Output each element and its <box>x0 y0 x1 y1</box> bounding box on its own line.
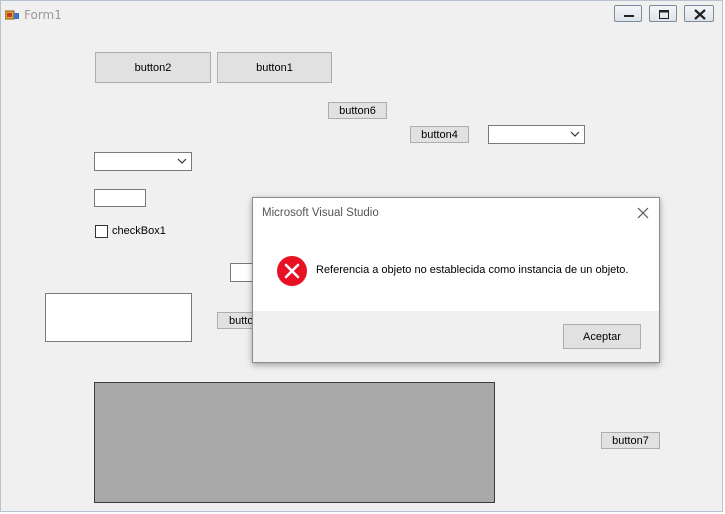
chevron-down-icon <box>177 158 187 164</box>
combobox-right[interactable] <box>488 125 585 144</box>
dialog-message: Referencia a objeto no establecida como … <box>316 264 629 276</box>
dialog-close-icon[interactable] <box>635 205 651 221</box>
title-bar[interactable]: Form1 <box>1 1 722 29</box>
minimize-icon <box>624 15 634 17</box>
textbox-multiline[interactable] <box>45 293 192 342</box>
window-title: Form1 <box>24 8 62 22</box>
button1-label: button1 <box>256 61 293 74</box>
dialog-footer: Aceptar <box>253 311 659 362</box>
checkbox1[interactable] <box>95 225 108 238</box>
ok-button-label: Aceptar <box>583 330 621 343</box>
panel <box>94 382 495 503</box>
button2[interactable]: button2 <box>95 52 211 83</box>
button4-label: button4 <box>421 128 458 141</box>
button7[interactable]: button7 <box>601 432 660 449</box>
chevron-down-icon <box>570 131 580 137</box>
close-button[interactable] <box>684 5 714 22</box>
button2-label: button2 <box>134 61 172 74</box>
button6-label: button6 <box>339 104 376 117</box>
button6[interactable]: button6 <box>328 102 387 119</box>
button4[interactable]: button4 <box>410 126 469 143</box>
maximize-icon <box>659 10 669 19</box>
checkbox1-label: checkBox1 <box>112 225 166 237</box>
button1[interactable]: button1 <box>217 52 332 83</box>
message-box: Microsoft Visual Studio Referencia a obj… <box>252 197 660 363</box>
close-icon <box>694 9 706 20</box>
button7-label: button7 <box>612 434 649 447</box>
error-icon <box>277 256 307 286</box>
combobox-left[interactable] <box>94 152 192 171</box>
ok-button[interactable]: Aceptar <box>563 324 641 349</box>
textbox-small[interactable] <box>94 189 146 207</box>
maximize-button[interactable] <box>649 5 677 22</box>
dialog-title: Microsoft Visual Studio <box>262 207 379 219</box>
minimize-button[interactable] <box>614 5 642 22</box>
app-icon <box>5 10 19 20</box>
